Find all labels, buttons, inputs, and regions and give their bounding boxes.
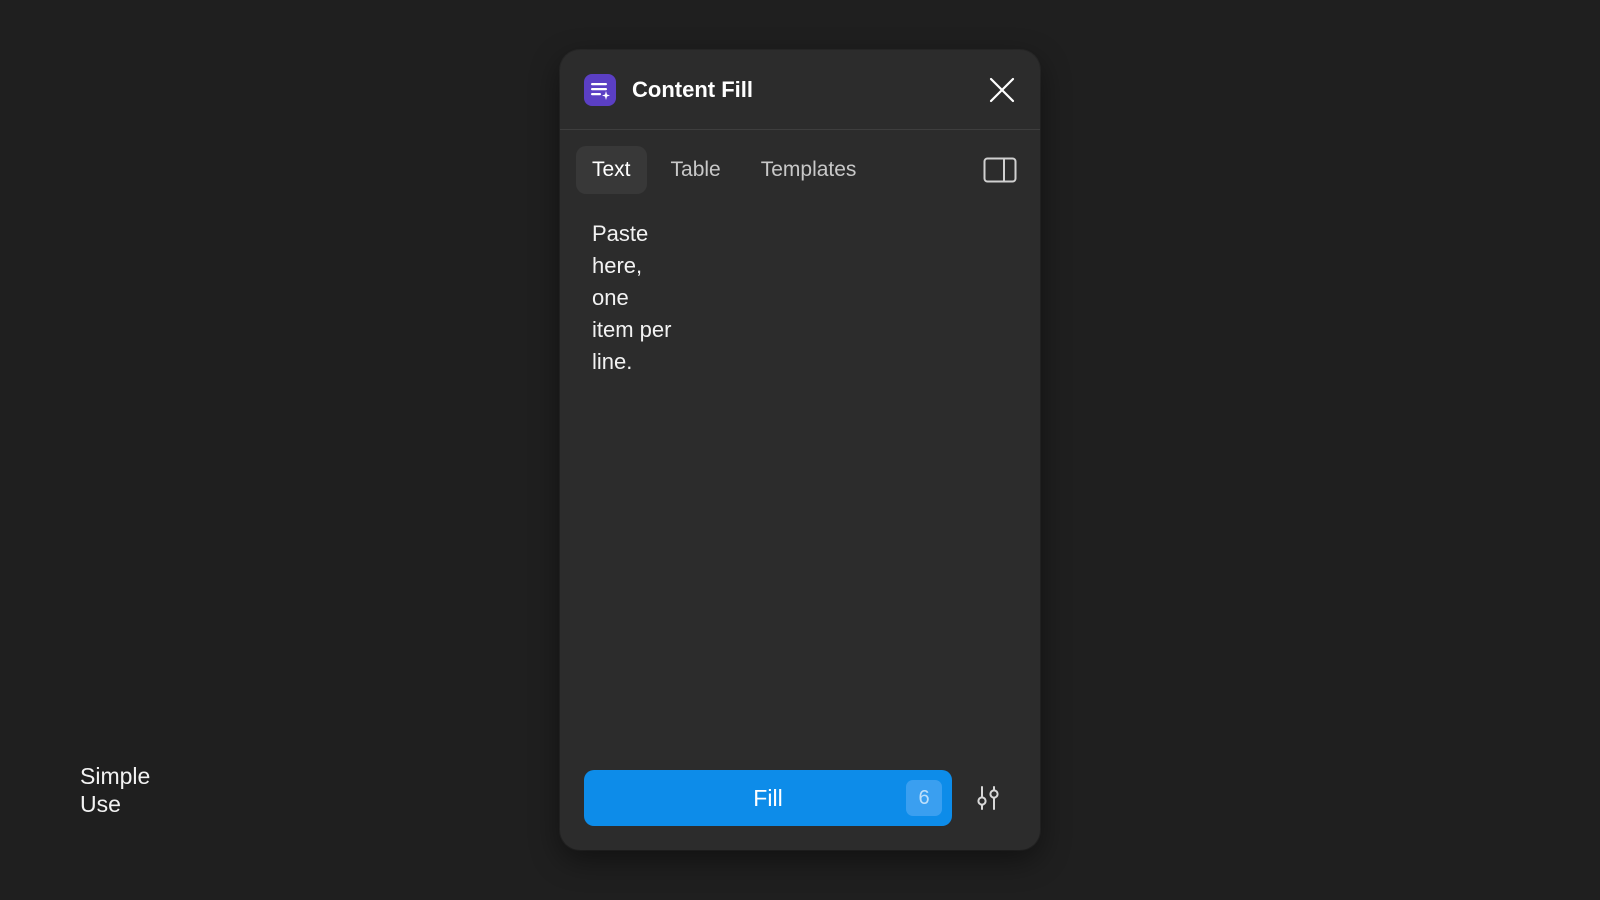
item-count-badge: 6 <box>906 780 942 816</box>
content-fill-panel: Content Fill Text Table Templates Paste … <box>560 50 1040 850</box>
sliders-icon <box>977 786 999 810</box>
sidebar-panel-icon <box>983 157 1017 183</box>
tab-text[interactable]: Text <box>576 146 647 194</box>
tab-bar: Text Table Templates <box>576 146 872 194</box>
text-lines-sparkle-icon <box>584 74 616 106</box>
close-icon <box>989 77 1015 103</box>
tab-table[interactable]: Table <box>655 146 737 194</box>
fill-button-label: Fill <box>753 785 783 811</box>
panel-header: Content Fill <box>560 50 1040 130</box>
tab-templates[interactable]: Templates <box>745 146 873 194</box>
settings-button[interactable] <box>968 778 1008 818</box>
sidebar-toggle-button[interactable] <box>982 152 1018 188</box>
close-button[interactable] <box>984 72 1020 108</box>
caption: Simple Use <box>80 763 151 817</box>
fill-button[interactable]: Fill 6 <box>584 770 952 826</box>
paste-text-area[interactable]: Paste here, one item per line. <box>592 218 1008 738</box>
textarea-placeholder: Paste here, one item per line. <box>592 221 672 374</box>
plugin-title: Content Fill <box>632 77 753 102</box>
canvas: Simple Use Content Fill Text Table Templ… <box>0 0 1600 900</box>
